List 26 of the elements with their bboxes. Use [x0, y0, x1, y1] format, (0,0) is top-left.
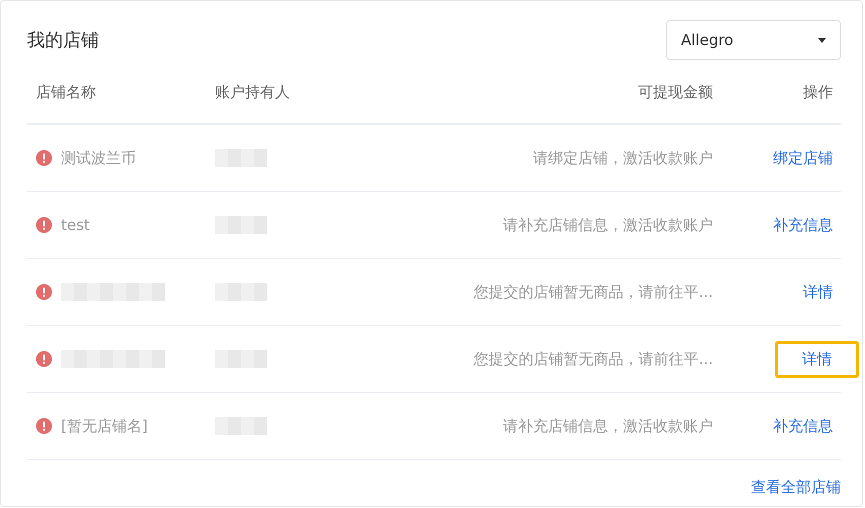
warning-icon: [36, 418, 52, 434]
view-all-link[interactable]: 查看全部店铺: [751, 478, 841, 497]
status-text: 请补充店铺信息，激活收款账户: [503, 216, 713, 234]
card-title: 我的店铺: [27, 29, 99, 52]
action-link[interactable]: 详情: [775, 340, 859, 378]
status-text: 您提交的店铺暂无商品，请前往平...: [474, 282, 713, 302]
column-header: 操作: [802, 82, 833, 102]
column-header: 店铺名称: [36, 82, 97, 102]
shop-name: test: [61, 216, 90, 234]
status-text: 请绑定店铺，激活收款账户: [533, 148, 713, 168]
warning-icon: [36, 284, 52, 300]
platform-select[interactable]: Allegro: [666, 20, 841, 60]
action-link[interactable]: 绑定店铺: [773, 142, 833, 174]
shop-name: [暂无店铺名]: [61, 416, 148, 436]
caret-icon: [818, 38, 826, 42]
action-link[interactable]: 补充信息: [773, 410, 833, 442]
warning-icon: [36, 217, 52, 233]
status-text: 您提交的店铺暂无商品，请前往平...: [474, 350, 713, 368]
action-link[interactable]: 详情: [803, 276, 833, 308]
column-header: 可提现金额: [638, 82, 713, 102]
warning-icon: [36, 351, 52, 367]
shop-name: 测试波兰币: [61, 148, 136, 168]
warning-icon: [36, 150, 52, 166]
action-link[interactable]: 补充信息: [773, 210, 833, 240]
status-text: 请补充店铺信息，激活收款账户: [503, 416, 713, 436]
column-header: 账户持有人: [215, 82, 290, 102]
